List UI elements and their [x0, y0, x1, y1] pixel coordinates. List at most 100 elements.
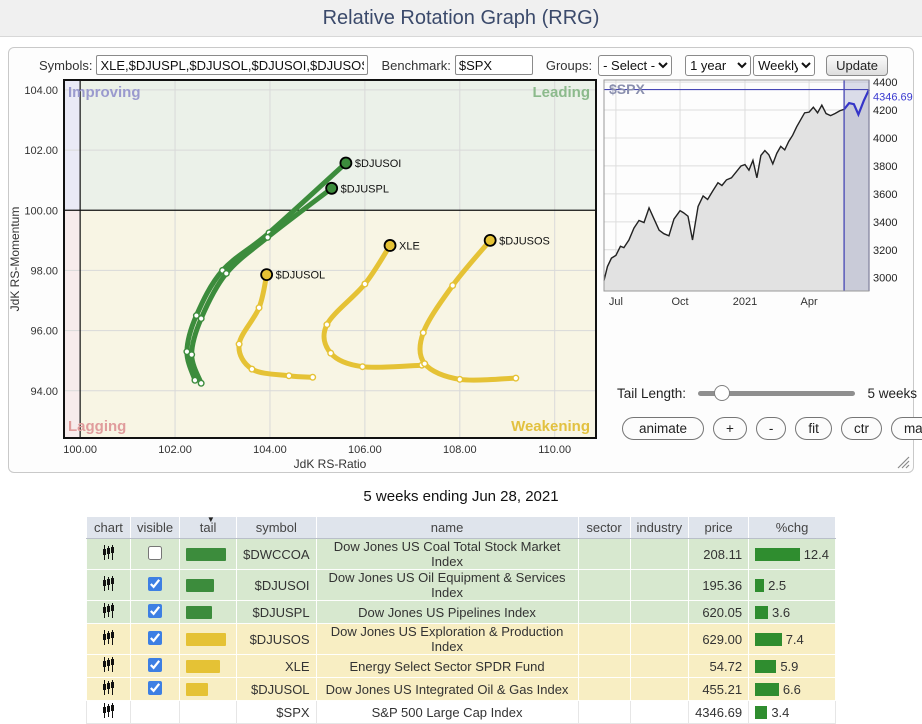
pct-change-value: 7.4	[786, 632, 804, 647]
visible-checkbox[interactable]	[148, 681, 162, 695]
candlestick-icon[interactable]	[102, 706, 115, 721]
candlestick-icon[interactable]	[102, 548, 115, 563]
price-cell: 629.00	[689, 624, 749, 655]
animate-button[interactable]: animate	[622, 417, 704, 440]
x-tick-label: 110.00	[538, 444, 571, 456]
symbol-cell: XLE	[237, 655, 316, 678]
table-row-$DWCCOA[interactable]: $DWCCOADow Jones US Coal Total Stock Mar…	[86, 539, 835, 570]
column-header-price[interactable]: price	[689, 517, 749, 539]
head-marker-$DJUSPL[interactable]	[326, 183, 337, 194]
column-header-visible[interactable]: visible	[130, 517, 179, 539]
table-row-$SPX[interactable]: $SPXS&P 500 Large Cap Index4346.693.4	[86, 701, 835, 724]
chart-cell	[86, 539, 130, 570]
candlestick-icon[interactable]	[102, 683, 115, 698]
pct-change-bar	[755, 633, 782, 646]
head-marker-$DJUSOS[interactable]	[485, 235, 496, 246]
column-header-pctchg[interactable]: %chg	[749, 517, 836, 539]
sector-cell	[578, 539, 630, 570]
quadrant-leading	[80, 80, 596, 210]
table-row-$DJUSOI[interactable]: $DJUSOIDow Jones US Oil Equipment & Serv…	[86, 570, 835, 601]
name-cell: Dow Jones US Exploration & Production In…	[316, 624, 578, 655]
tail-cell	[180, 701, 237, 724]
candlestick-icon[interactable]	[102, 660, 115, 675]
table-row-$DJUSPL[interactable]: $DJUSPLDow Jones US Pipelines Index620.0…	[86, 601, 835, 624]
visible-cell	[130, 570, 179, 601]
head-marker-XLE[interactable]	[385, 240, 396, 251]
spx-y-tick: 3000	[873, 273, 897, 285]
head-marker-$DJUSOL[interactable]	[261, 269, 272, 280]
candlestick-icon[interactable]	[102, 579, 115, 594]
fit-button[interactable]: fit	[795, 417, 832, 440]
head-marker-$DJUSOI[interactable]	[340, 158, 351, 169]
candlestick-icon[interactable]	[102, 633, 115, 648]
resize-handle-icon[interactable]	[894, 453, 910, 469]
price-cell: 54.72	[689, 655, 749, 678]
symbol-label: $DJUSOS	[499, 235, 550, 247]
quadrant-label-weakening: Weakening	[511, 418, 590, 435]
spx-y-tick: 4200	[873, 105, 897, 117]
chart-buttons: animate +-fitctrmax	[622, 417, 922, 440]
y-tick-label: 98.00	[30, 265, 58, 277]
chart-cell	[86, 601, 130, 624]
pct-cell: 7.4	[749, 624, 836, 655]
max-button[interactable]: max	[891, 417, 922, 440]
summary-heading: 5 weeks ending Jun 28, 2021	[0, 488, 922, 505]
tail-length-slider-thumb[interactable]	[714, 385, 730, 401]
symbol-cell: $DWCCOA	[237, 539, 316, 570]
column-header-chart[interactable]: chart	[86, 517, 130, 539]
column-header-tail[interactable]: tail▼	[180, 517, 237, 539]
table-row-XLE[interactable]: XLEEnergy Select Sector SPDR Fund54.725.…	[86, 655, 835, 678]
column-header-symbol[interactable]: symbol	[237, 517, 316, 539]
tail-length-label: Tail Length:	[617, 386, 686, 401]
pct-change-bar	[755, 548, 800, 561]
column-header-name[interactable]: name	[316, 517, 578, 539]
table-body: $DWCCOADow Jones US Coal Total Stock Mar…	[86, 539, 835, 724]
chart-cell	[86, 655, 130, 678]
rrg-chart[interactable]: 100.00102.00104.00106.00108.00110.0094.0…	[9, 71, 609, 473]
sort-indicator-icon: ▼	[207, 515, 215, 524]
visible-checkbox[interactable]	[148, 546, 162, 560]
industry-cell	[630, 655, 689, 678]
column-header-sector[interactable]: sector	[578, 517, 630, 539]
benchmark-chart[interactable]: 30003200340036003800400042004400JulOct20…	[601, 73, 921, 317]
pct-change-bar	[755, 660, 776, 673]
column-header-industry[interactable]: industry	[630, 517, 689, 539]
price-cell: 195.36	[689, 570, 749, 601]
symbols-table: chartvisibletail▼symbolnamesectorindustr…	[86, 516, 836, 724]
sector-cell	[578, 601, 630, 624]
name-cell: Dow Jones US Pipelines Index	[316, 601, 578, 624]
tail-cell	[180, 601, 237, 624]
ctr-button[interactable]: ctr	[841, 417, 882, 440]
tail-cell	[180, 570, 237, 601]
tail-cell	[180, 624, 237, 655]
tail-swatch	[186, 548, 226, 561]
pct-change-bar	[755, 606, 768, 619]
chart-cell	[86, 678, 130, 701]
zoom-in-button[interactable]: +	[713, 417, 747, 440]
tail-swatch	[186, 633, 226, 646]
visible-checkbox[interactable]	[148, 604, 162, 618]
tail-length-slider[interactable]	[698, 391, 855, 396]
candlestick-icon[interactable]	[102, 606, 115, 621]
symbol-label: $DJUSOL	[276, 270, 326, 282]
symbol-cell: $SPX	[237, 701, 316, 724]
visible-cell	[130, 601, 179, 624]
visible-cell	[130, 539, 179, 570]
spx-x-label: Apr	[801, 296, 818, 308]
pct-cell: 5.9	[749, 655, 836, 678]
zoom-out-button[interactable]: -	[756, 417, 787, 440]
pct-change-bar	[755, 683, 779, 696]
name-cell: Dow Jones US Oil Equipment & Services In…	[316, 570, 578, 601]
table-row-$DJUSOL[interactable]: $DJUSOLDow Jones US Integrated Oil & Gas…	[86, 678, 835, 701]
visible-checkbox[interactable]	[148, 658, 162, 672]
x-tick-label: 102.00	[158, 444, 192, 456]
x-tick-label: 100.00	[63, 444, 97, 456]
sector-cell	[578, 570, 630, 601]
visible-checkbox[interactable]	[148, 631, 162, 645]
visible-checkbox[interactable]	[148, 577, 162, 591]
table-row-$DJUSOS[interactable]: $DJUSOSDow Jones US Exploration & Produc…	[86, 624, 835, 655]
quadrant-label-leading: Leading	[532, 84, 590, 101]
spx-title: $SPX	[609, 81, 645, 97]
x-tick-label: 104.00	[253, 444, 287, 456]
industry-cell	[630, 570, 689, 601]
